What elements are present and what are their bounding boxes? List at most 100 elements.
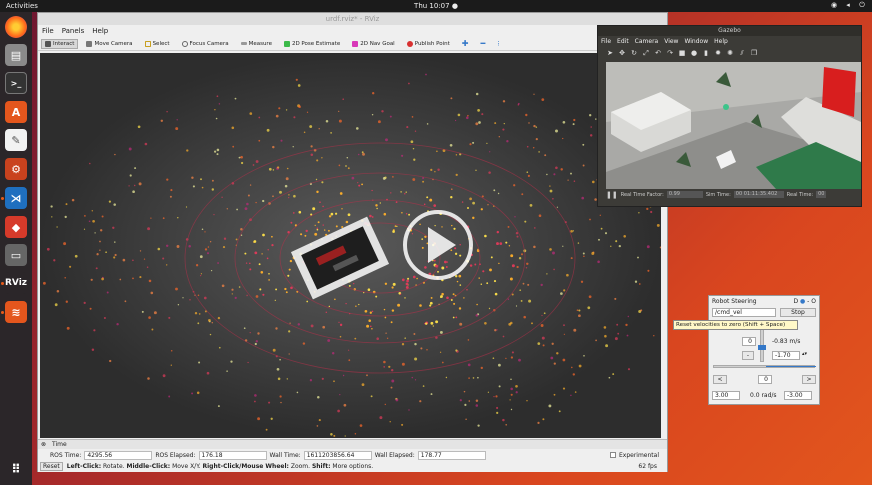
text-editor-icon[interactable]: ✎	[5, 129, 27, 151]
linear-slider-handle[interactable]	[758, 345, 766, 350]
linear-max-field[interactable]: -1.70	[772, 351, 800, 360]
lidar-point	[170, 364, 172, 366]
point-light-icon[interactable]: ✹	[714, 49, 722, 57]
layers-icon[interactable]: ≋	[5, 301, 27, 323]
angular-slider[interactable]	[713, 365, 816, 368]
lidar-point	[162, 257, 165, 260]
rotate-icon[interactable]: ↻	[630, 49, 638, 57]
lidar-point	[198, 361, 201, 364]
publish-point-tool[interactable]: Publish Point	[403, 39, 454, 49]
add-tool-button[interactable]: ✚	[458, 37, 473, 50]
move-camera-tool[interactable]: Move Camera	[82, 39, 136, 49]
nav-goal-tool[interactable]: 2D Nav Goal	[348, 39, 399, 49]
angular-right-button[interactable]: >	[802, 375, 816, 384]
lidar-point	[369, 311, 372, 314]
lidar-point	[348, 359, 351, 362]
directional-light-icon[interactable]: ⫽	[738, 49, 746, 57]
ros-time-field[interactable]: 4295.56	[84, 450, 153, 460]
redo-icon[interactable]: ↷	[666, 49, 674, 57]
experimental-label: Experimental	[618, 451, 659, 459]
settings-icon[interactable]: ⚙	[5, 158, 27, 180]
copy-icon[interactable]: ❐	[750, 49, 758, 57]
dock-toggle-icon[interactable]: D	[793, 298, 798, 305]
angular-min-field[interactable]: 3.00	[712, 391, 740, 400]
terminal-icon[interactable]: >_	[5, 72, 27, 94]
lidar-point	[496, 230, 500, 234]
screen-icon[interactable]: ▭	[5, 244, 27, 266]
translate-icon[interactable]: ✥	[618, 49, 626, 57]
ros-elapsed-field[interactable]: 176.18	[198, 450, 267, 460]
software-center-icon[interactable]: A	[5, 101, 27, 123]
lidar-point	[226, 370, 228, 372]
experimental-checkbox[interactable]	[609, 452, 616, 458]
system-tray[interactable]: ◉ ◂ ⏻	[830, 1, 866, 10]
lidar-point	[455, 275, 458, 278]
tool-properties-button[interactable]: ⁝	[493, 38, 503, 50]
gazebo-menu-edit[interactable]: Edit	[617, 38, 629, 45]
select-tool[interactable]: Select	[141, 39, 174, 49]
undo-icon[interactable]: ↶	[654, 49, 662, 57]
linear-value-label: -0.83 m/s	[772, 338, 801, 345]
files-icon[interactable]: ▤	[5, 44, 27, 66]
wall-time-field[interactable]: 1611203856.64	[303, 450, 372, 460]
lidar-point	[139, 276, 142, 279]
firefox-icon[interactable]	[5, 16, 27, 38]
lidar-point	[535, 137, 538, 141]
angular-max-field[interactable]: -3.00	[784, 391, 812, 400]
lidar-point	[391, 286, 394, 289]
lidar-point	[413, 158, 416, 161]
clock[interactable]: Thu 10:07 ●	[0, 2, 872, 10]
lidar-point	[459, 284, 462, 286]
pause-icon[interactable]: ❚❚	[606, 191, 618, 199]
gazebo-menu-camera[interactable]: Camera	[635, 38, 659, 45]
lidar-point	[416, 277, 418, 280]
select-arrow-icon[interactable]: ➤	[606, 49, 614, 57]
gazebo-toolbar: ➤ ✥ ↻ ⤢ ↶ ↷ ■ ● ▮ ✹ ✺ ⫽ ❐	[598, 46, 861, 60]
stop-button[interactable]: Stop	[780, 308, 816, 317]
lidar-point	[286, 378, 288, 380]
spin-arrows-icon[interactable]: ▴▾	[802, 351, 807, 357]
angular-left-button[interactable]: <	[713, 375, 727, 384]
lidar-point	[513, 184, 516, 187]
close-icon[interactable]: O	[811, 298, 816, 305]
pose-estimate-tool[interactable]: 2D Pose Estimate	[280, 39, 344, 49]
vscode-icon[interactable]: ⋊	[5, 187, 27, 209]
3d-viewport[interactable]	[40, 53, 661, 438]
lidar-point	[408, 409, 410, 411]
topic-field[interactable]: /cmd_vel	[712, 308, 776, 317]
lidar-point	[151, 328, 154, 331]
minimize-icon[interactable]: -	[807, 298, 809, 305]
menu-panels[interactable]: Panels	[62, 27, 85, 35]
rviz-icon[interactable]: RViz	[5, 272, 27, 294]
help-icon[interactable]: ●	[800, 298, 805, 305]
gazebo-menu-help[interactable]: Help	[714, 38, 728, 45]
lidar-point	[461, 201, 464, 203]
linear-minus-button[interactable]: -	[742, 351, 754, 360]
measure-tool[interactable]: Measure	[237, 39, 276, 49]
sphere-shape-icon[interactable]: ●	[690, 49, 698, 57]
lidar-point	[290, 286, 293, 290]
angular-center-field[interactable]: 0	[758, 375, 772, 384]
cylinder-shape-icon[interactable]: ▮	[702, 49, 710, 57]
lidar-point	[309, 125, 313, 129]
gazebo-scene[interactable]	[606, 62, 861, 189]
gazebo-menu-view[interactable]: View	[664, 38, 678, 45]
linear-center-field[interactable]: 0	[742, 337, 756, 346]
menu-help[interactable]: Help	[92, 27, 108, 35]
interact-tool[interactable]: Interact	[41, 38, 79, 49]
box-shape-icon[interactable]: ■	[678, 49, 686, 57]
app-grid-icon[interactable]: ⠿	[5, 458, 27, 480]
scale-icon[interactable]: ⤢	[642, 49, 650, 57]
reset-button[interactable]: Reset	[40, 462, 63, 471]
focus-camera-tool[interactable]: Focus Camera	[178, 39, 233, 49]
lidar-point	[503, 122, 505, 125]
gazebo-menu-file[interactable]: File	[601, 38, 611, 45]
lidar-point	[255, 340, 258, 343]
spot-light-icon[interactable]: ✺	[726, 49, 734, 57]
remove-tool-button[interactable]: ━	[476, 37, 489, 50]
git-icon[interactable]: ◆	[5, 216, 27, 238]
wall-elapsed-field[interactable]: 178.77	[417, 450, 486, 460]
menu-file[interactable]: File	[42, 27, 54, 35]
lidar-point	[176, 245, 180, 248]
gazebo-menu-window[interactable]: Window	[684, 38, 708, 45]
